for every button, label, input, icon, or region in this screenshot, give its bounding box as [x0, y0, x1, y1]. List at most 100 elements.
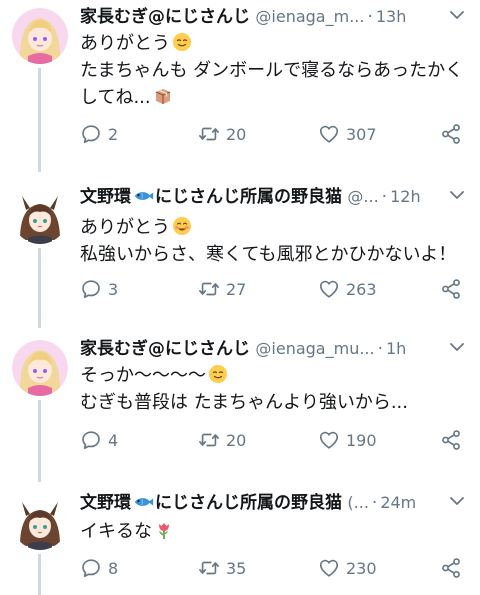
smiling-face-emoji	[172, 216, 192, 236]
like-button[interactable]: 190	[318, 427, 377, 453]
retweet-count: 20	[226, 430, 247, 450]
fish-emoji	[133, 188, 155, 204]
avatar[interactable]	[12, 494, 68, 550]
heart-icon	[318, 123, 340, 145]
tweet-line: ありがとう	[80, 30, 468, 57]
heart-icon	[318, 278, 340, 300]
retweet-count: 27	[226, 279, 247, 299]
tweet-actions: 2 20 307	[80, 121, 470, 147]
tweet-thread: 家長むぎ@にじさんじ @ienaga_m... · 13h ありがとう たまちゃんも…	[0, 0, 480, 595]
tweet-header: 文野環 にじさんじ所属の野良猫 (... · 24m	[80, 490, 468, 516]
tweet-line: してね...	[80, 84, 468, 111]
retweet-button[interactable]: 27	[198, 276, 246, 302]
tweet-item[interactable]: 家長むぎ@にじさんじ @ienaga_mu... · 1h そっか〜〜〜〜 むぎも普…	[0, 332, 480, 482]
user-handle[interactable]: @ienaga_mu...	[255, 339, 374, 358]
retweet-button[interactable]: 20	[198, 121, 246, 147]
reply-count: 8	[108, 558, 119, 578]
retweet-icon	[198, 123, 220, 145]
retweet-button[interactable]: 20	[198, 427, 246, 453]
like-count: 230	[346, 558, 377, 578]
thread-line	[38, 68, 41, 172]
reply-count: 3	[108, 279, 119, 299]
tweet-text: ありがとう たまちゃんも ダンボールで寝るならあったかく してね...	[80, 30, 468, 111]
like-button[interactable]: 230	[318, 555, 377, 581]
user-handle[interactable]: @...	[347, 187, 378, 206]
separator-dot: ·	[381, 187, 388, 207]
tulip-emoji	[154, 520, 174, 540]
relieved-face-emoji	[172, 32, 192, 52]
heart-icon	[318, 429, 340, 451]
tweet-header: 文野環 にじさんじ所属の野良猫 @... · 12h	[80, 184, 468, 210]
retweet-button[interactable]: 35	[198, 555, 246, 581]
reply-icon	[80, 557, 102, 579]
reply-button[interactable]: 2	[80, 121, 118, 147]
avatar[interactable]	[12, 188, 68, 244]
share-icon[interactable]	[440, 123, 462, 145]
chevron-down-icon[interactable]	[450, 342, 464, 352]
share-icon[interactable]	[440, 557, 462, 579]
heart-icon	[318, 557, 340, 579]
tweet-line: ありがとう	[80, 214, 468, 241]
tweet-header: 家長むぎ@にじさんじ @ienaga_mu... · 1h	[80, 336, 468, 362]
display-name[interactable]: 家長むぎ@にじさんじ	[80, 339, 250, 359]
tweet-item[interactable]: 文野環 にじさんじ所属の野良猫 @... · 12h ありがとう 私強いからさ、寒くて…	[0, 180, 480, 328]
tweet-line: 私強いからさ、寒くても風邪とかひかないよ！	[80, 244, 457, 265]
reply-icon	[80, 123, 102, 145]
display-name[interactable]: 文野環 にじさんじ所属の野良猫	[80, 187, 342, 207]
reply-icon	[80, 278, 102, 300]
timestamp[interactable]: 13h	[376, 7, 407, 26]
tweet-line: むぎも普段は たまちゃんより強いから...	[80, 392, 408, 413]
like-count: 307	[346, 124, 377, 144]
user-handle[interactable]: (...	[347, 493, 369, 512]
reply-button[interactable]: 8	[80, 555, 118, 581]
avatar[interactable]	[12, 8, 68, 64]
display-name[interactable]: 文野環 にじさんじ所属の野良猫	[80, 493, 342, 513]
reply-count: 4	[108, 430, 119, 450]
like-count: 190	[346, 430, 377, 450]
fish-emoji	[133, 494, 155, 510]
reply-button[interactable]: 4	[80, 427, 118, 453]
thread-line	[38, 248, 41, 328]
reply-icon	[80, 429, 102, 451]
separator-dot: ·	[377, 339, 383, 359]
tweet-actions: 4 20 190	[80, 427, 470, 453]
tweet-actions: 8 35 230	[80, 555, 470, 581]
tweet-item[interactable]: 文野環 にじさんじ所属の野良猫 (... · 24m イキるな 8 35 230	[0, 486, 480, 595]
user-handle[interactable]: @ienaga_m...	[255, 7, 364, 26]
like-count: 263	[346, 279, 377, 299]
share-icon[interactable]	[440, 278, 462, 300]
share-icon[interactable]	[440, 429, 462, 451]
chevron-down-icon[interactable]	[450, 496, 464, 506]
tweet-line: そっか〜〜〜〜	[80, 362, 468, 389]
tweet-line: イキるな	[80, 518, 468, 545]
retweet-count: 35	[226, 558, 247, 578]
separator-dot: ·	[371, 493, 378, 513]
tweet-text: そっか〜〜〜〜 むぎも普段は たまちゃんより強いから...	[80, 362, 468, 416]
retweet-icon	[198, 557, 220, 579]
tweet-header: 家長むぎ@にじさんじ @ienaga_m... · 13h	[80, 4, 468, 30]
thread-line	[38, 400, 41, 482]
retweet-icon	[198, 429, 220, 451]
tweet-line: たまちゃんも ダンボールで寝るならあったかく	[80, 60, 464, 81]
chevron-down-icon[interactable]	[450, 10, 464, 20]
tweet-item[interactable]: 家長むぎ@にじさんじ @ienaga_m... · 13h ありがとう たまちゃんも…	[0, 0, 480, 172]
reply-button[interactable]: 3	[80, 276, 118, 302]
tweet-actions: 3 27 263	[80, 276, 470, 302]
timestamp[interactable]: 12h	[390, 187, 421, 206]
avatar[interactable]	[12, 340, 68, 396]
retweet-count: 20	[226, 124, 247, 144]
tweet-text: イキるな	[80, 518, 468, 545]
display-name[interactable]: 家長むぎ@にじさんじ	[80, 7, 250, 27]
timestamp[interactable]: 24m	[380, 493, 416, 512]
retweet-icon	[198, 278, 220, 300]
chevron-down-icon[interactable]	[450, 190, 464, 200]
package-emoji	[153, 86, 173, 106]
like-button[interactable]: 307	[318, 121, 377, 147]
reply-count: 2	[108, 124, 119, 144]
thread-line	[38, 554, 41, 595]
relieved-face-emoji	[208, 364, 228, 384]
like-button[interactable]: 263	[318, 276, 377, 302]
tweet-text: ありがとう 私強いからさ、寒くても風邪とかひかないよ！	[80, 214, 468, 268]
timestamp[interactable]: 1h	[386, 339, 406, 358]
separator-dot: ·	[367, 7, 373, 27]
